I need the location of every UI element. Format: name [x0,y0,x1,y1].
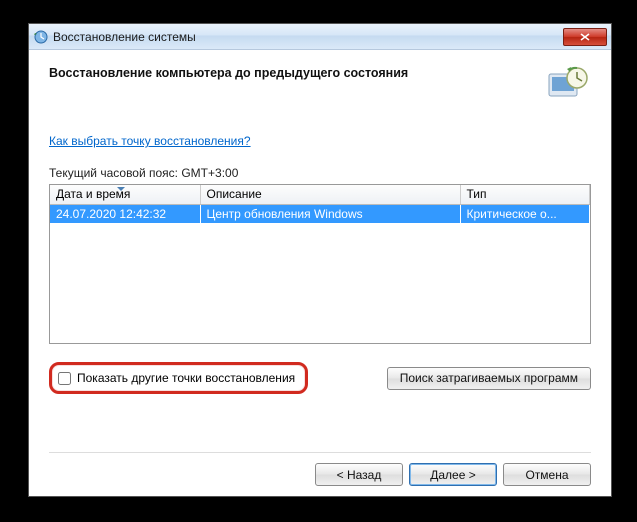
col-description[interactable]: Описание [200,185,460,204]
next-button[interactable]: Далее > [409,463,497,486]
col-datetime[interactable]: Дата и время [50,185,200,204]
table-row[interactable]: 24.07.2020 12:42:32 Центр обновления Win… [50,204,590,223]
scan-affected-button[interactable]: Поиск затрагиваемых программ [387,367,591,390]
show-more-highlight: Показать другие точки восстановления [49,362,308,394]
col-type[interactable]: Тип [460,185,590,204]
cell-type: Критическое о... [460,204,590,223]
wizard-footer: < Назад Далее > Отмена [49,452,591,486]
titlebar: Восстановление системы [29,24,611,50]
back-button[interactable]: < Назад [315,463,403,486]
show-more-label: Показать другие точки восстановления [77,371,295,385]
wizard-content: Восстановление компьютера до предыдущего… [29,50,611,496]
cancel-button[interactable]: Отмена [503,463,591,486]
window-title: Восстановление системы [53,30,563,44]
system-restore-window: Восстановление системы Восстановление ко… [28,23,612,497]
cell-description: Центр обновления Windows [200,204,460,223]
system-restore-icon [33,29,49,45]
show-more-checkbox[interactable] [58,372,71,385]
restore-points-table[interactable]: Дата и время Описание Тип 24.07.2020 12:… [49,184,591,344]
restore-clock-icon [543,64,591,106]
wizard-heading: Восстановление компьютера до предыдущего… [49,64,535,80]
timezone-label: Текущий часовой пояс: GMT+3:00 [49,166,591,180]
cell-datetime: 24.07.2020 12:42:32 [50,204,200,223]
help-link[interactable]: Как выбрать точку восстановления? [49,134,251,148]
close-button[interactable] [563,28,607,46]
